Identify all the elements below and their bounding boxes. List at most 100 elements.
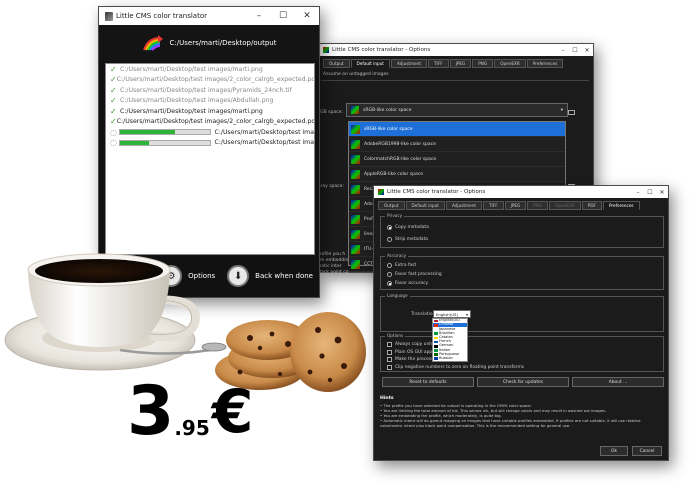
extra-fast-radio[interactable]: Extra fast [387,263,416,268]
options-group: Options Always copy unhandled Plain OS GU… [380,333,664,372]
tab-jpeg[interactable]: JPEG [449,59,472,68]
color-space-icon [351,106,359,114]
untagged-section-label: Assume on untagged images [323,72,389,77]
file-name: C:/Users/marti/Desktop/test images/Pyram… [120,86,292,94]
tab-tiff[interactable]: TIFF [483,201,504,210]
tab-default-input[interactable]: Default input [350,59,390,68]
progress-bar [118,139,211,146]
favor-accuracy-radio[interactable]: Favor accuracy [387,281,428,286]
ok-button[interactable]: Ok [600,446,628,456]
options-title: Options [385,333,406,338]
language-item[interactable]: Russian [433,356,467,361]
radio-label: Strip metadata [395,237,428,242]
flag-icon [434,349,438,352]
translator-title: Little CMS color translator [116,12,208,20]
chevron-down-icon: ▾ [560,107,563,113]
tab-jpeg[interactable]: JPEG [504,201,527,210]
list-item[interactable]: ✓ C:/Users/marti/Desktop/test images/2_co… [106,117,314,128]
favor-fast-radio[interactable]: Favor fast processing [387,272,442,277]
option-checkbox[interactable]: Clip negative numbers to zero on floatin… [387,364,525,370]
back-when-done-button[interactable]: ⬇ [227,265,250,287]
language-title: Language [385,293,410,298]
checkbox [387,349,392,355]
list-item[interactable]: ✓ C:/Users/marti/Desktop/test images/Abdu… [106,96,314,107]
options-window-preferences: Little CMS color translator - Options – ☐… [373,185,669,461]
close-icon[interactable]: ✕ [581,47,593,54]
tab-preferences[interactable]: Preferences [602,201,640,210]
options2-titlebar[interactable]: Little CMS color translator - Options – ☐… [374,186,668,198]
list-item[interactable]: ✓ C:/Users/marti/Desktop/test images/mart… [106,64,314,75]
checkbox [387,364,392,370]
tab-adjustment[interactable]: Adjustment [390,59,427,68]
rgb-space-combo[interactable]: sRGB-like color space ▾ [346,103,568,117]
translator-titlebar[interactable]: Little CMS color translator – ☐ ✕ [99,7,319,25]
flag-icon [434,332,438,335]
accuracy-group: Accuracy Extra fast Favor fast processin… [380,253,664,290]
checkbox [387,342,392,347]
minimize-icon[interactable]: – [632,189,644,196]
tab-png[interactable]: PNG [527,201,549,210]
check-updates-button[interactable]: Check for updates [477,377,569,387]
maximize-icon[interactable]: ☐ [644,189,656,196]
checkmark-icon: ✓ [110,85,117,95]
cancel-button[interactable]: Cancel [632,446,662,456]
maximize-icon[interactable]: ☐ [569,47,581,54]
copy-metadata-radio[interactable]: Copy metadata [387,225,429,230]
dropdown-item[interactable]: AppleRGB-like color space [349,167,565,182]
price-currency: € [211,377,254,447]
checkbox-label: Clip negative numbers to zero on floatin… [395,364,525,370]
tab-output[interactable]: Output [378,201,405,210]
close-icon[interactable]: ✕ [295,11,319,21]
minimize-icon[interactable]: – [557,47,569,54]
output-header: C:/Users/marti/Desktop/output [99,25,319,61]
reset-defaults-button[interactable]: Reset to defaults [382,377,474,387]
rainbow-arrow-icon [142,35,163,51]
strip-metadata-radio[interactable]: Strip metadata [387,237,428,242]
translation-combo[interactable]: English(US) ▾ [433,310,471,318]
accuracy-title: Accuracy [385,253,409,258]
progress-fill [119,140,149,145]
stage: Little CMS color translator - Options – ☐… [0,0,700,500]
checkbox [387,357,392,362]
profile-name: AdobeRGB1998-like color space [364,141,436,147]
dropdown-item[interactable]: sRGB-like color space [349,122,565,137]
hint-line: • Automatic intent will do gamut mapping… [380,418,641,428]
minimize-icon[interactable]: – [247,11,271,21]
tab-output[interactable]: Output [323,59,350,68]
tab-default-input[interactable]: Default input [405,201,445,210]
about-button[interactable]: About ... [572,377,664,387]
checkmark-icon: ✓ [110,106,117,116]
file-name: C:/Users/marti/Desktop/test images/2_col… [116,118,315,126]
folder-icon[interactable] [568,110,575,115]
tab-png[interactable]: PNG [472,59,494,68]
maximize-icon[interactable]: ☐ [271,11,295,21]
progress-bar [118,129,211,136]
file-name: C:/Users/marti/Desktop/test images/Abdul… [120,97,274,105]
dropdown-item[interactable]: AdobeRGB1998-like color space [349,137,565,152]
translation-value: English(US) [436,311,458,317]
flag-icon [434,353,438,356]
tab-tiff[interactable]: TIFF [428,59,449,68]
close-icon[interactable]: ✕ [656,189,668,196]
back-when-done-label: Back when done [255,272,313,280]
tab-pdf[interactable]: PDF [581,201,602,210]
tab-openexr[interactable]: OpenEXR [494,59,526,68]
coffee-cup-image [4,253,227,371]
checkmark-icon: ✓ [110,117,117,127]
tab-adjustment[interactable]: Adjustment [445,201,482,210]
flag-icon [434,319,438,323]
list-item[interactable]: ✓ C:/Users/marti/Desktop/test images/Pyra… [106,85,314,96]
radio-off [387,263,392,268]
checkmark-icon: ✓ [110,96,117,106]
dropdown-item[interactable]: ColormatchRGB-like color space [349,152,565,167]
list-item-in-progress[interactable]: ◌ C:/Users/marti/Desktop/test ima [106,127,314,138]
hints-section: Hints • The profile you have selected fo… [380,396,662,428]
list-item[interactable]: ✓ C:/Users/marti/Desktop/test images/2_co… [106,75,314,86]
options1-titlebar[interactable]: Little CMS color translator - Options – ☐… [319,44,593,56]
tab-openexr[interactable]: OpenEXR [549,201,581,210]
tab-preferences[interactable]: Preferences [526,59,564,68]
app-icon [378,189,384,195]
list-item[interactable]: ✓ C:/Users/marti/Desktop/test images/mart… [106,106,314,117]
list-item-in-progress[interactable]: ◌ C:/Users/marti/Desktop/test ima [106,138,314,149]
language-dropdown: English(US) Chinese Japanese Brazilian Catal… [432,318,468,362]
